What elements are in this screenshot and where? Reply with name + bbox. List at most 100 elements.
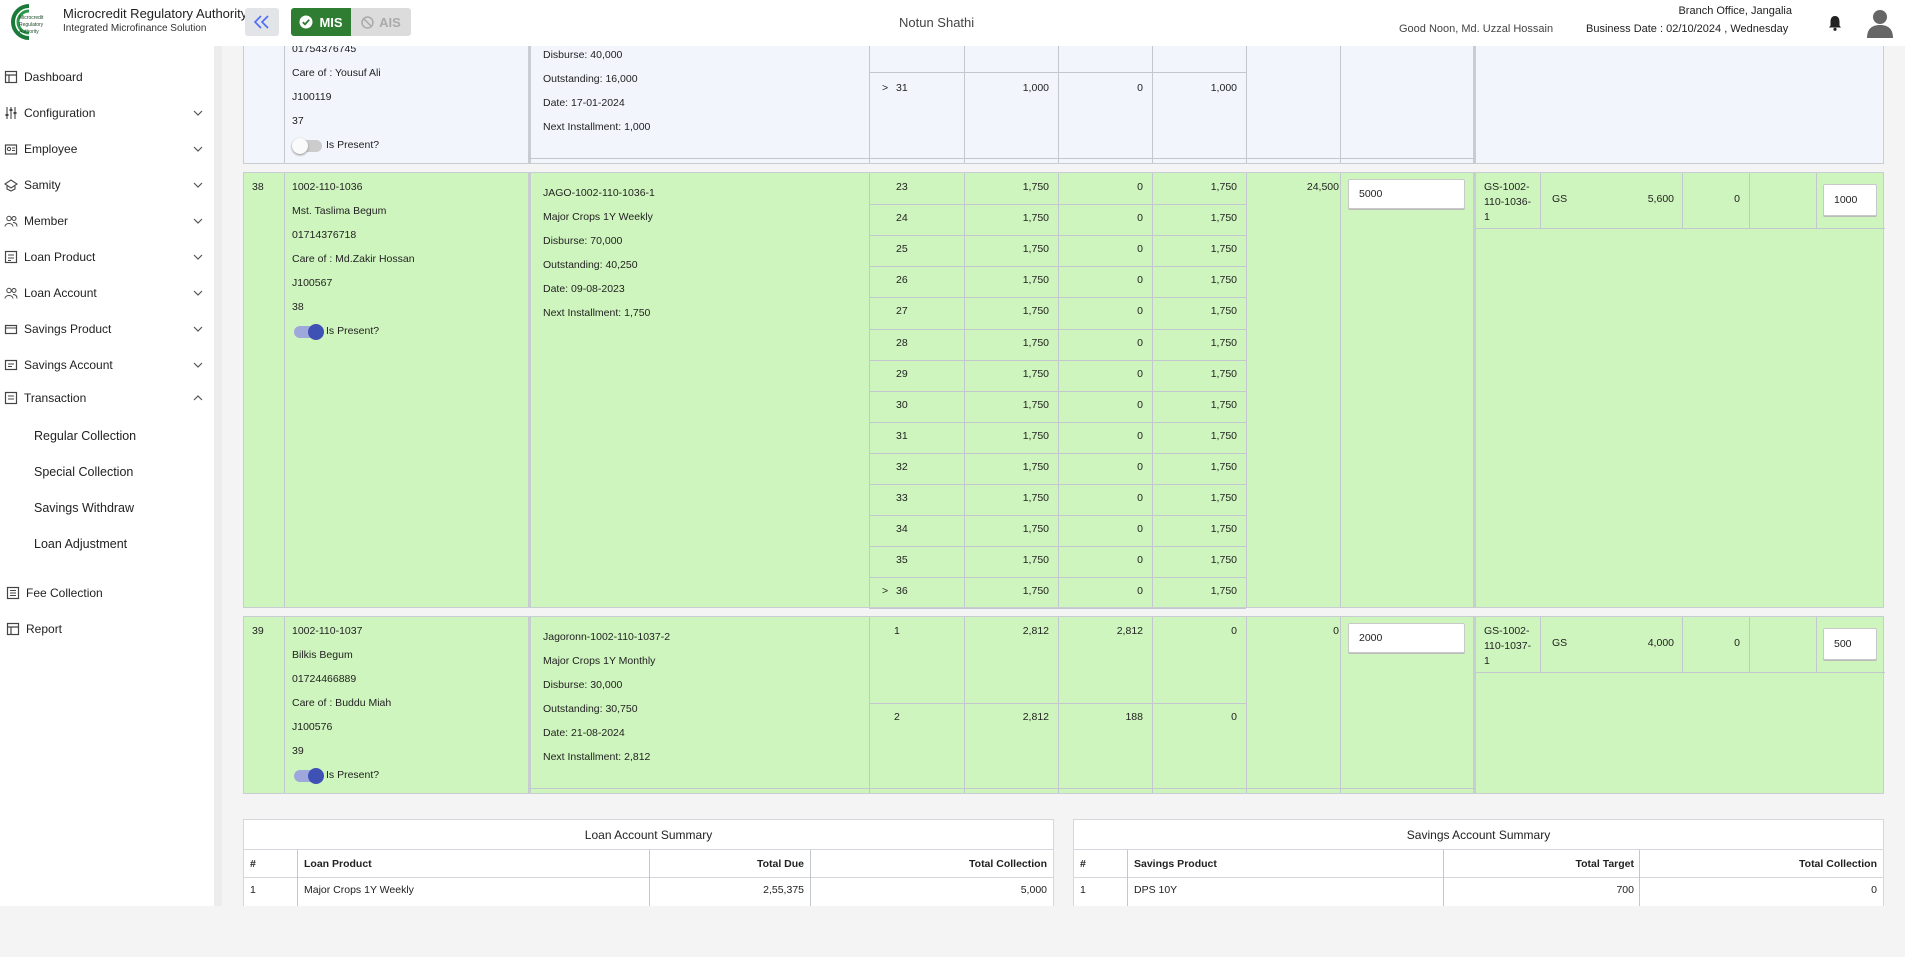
sidebar-item-transaction[interactable]: Transaction	[0, 387, 214, 409]
ais-toggle-button[interactable]: AIS	[351, 8, 411, 36]
col-divider	[528, 173, 531, 607]
toggle-knob	[308, 324, 324, 340]
row-divider	[869, 421, 1246, 423]
loan-disburse: Disburse: 40,000	[543, 49, 623, 61]
sidebar-item-report[interactable]: Report	[0, 618, 214, 640]
toggle-knob	[308, 768, 324, 784]
brand-subtitle: Integrated Microfinance Solution	[63, 23, 207, 34]
employee-icon	[4, 144, 18, 155]
col-header-savings-product: Savings Product	[1134, 858, 1217, 870]
installment-paid: 0	[1137, 82, 1143, 94]
loan-collection-input[interactable]: 5000	[1348, 179, 1465, 209]
col-divider	[1340, 33, 1341, 163]
installment-marker: >	[882, 585, 889, 598]
sidebar-item-member[interactable]: Member	[0, 210, 214, 232]
installment-due: 1,000	[1022, 82, 1049, 94]
double-chevron-left-icon	[253, 15, 269, 29]
organization-title: Notun Shathi	[899, 15, 975, 30]
savings-deposit-input[interactable]: 500	[1823, 628, 1877, 660]
total-due: 0	[1333, 625, 1339, 637]
is-present-label: Is Present?	[326, 139, 380, 151]
ais-label: AIS	[379, 14, 401, 30]
toggle-knob	[292, 138, 308, 154]
app-root: Microcredit Regulatory Authority Microcr…	[0, 0, 1905, 957]
loan-product: Major Crops 1Y Weekly	[543, 211, 653, 223]
loan-summary-title: Loan Account Summary	[244, 820, 1053, 850]
brand-title: Microcredit Regulatory Authority	[63, 6, 248, 21]
bell-icon[interactable]	[1826, 14, 1844, 32]
sidebar-item-label: Fee Collection	[26, 586, 103, 600]
installment-due: 1,750	[1022, 398, 1049, 411]
installment-balance: 0	[1231, 711, 1237, 723]
is-present-label: Is Present?	[326, 769, 380, 781]
sidebar-collapse-button[interactable]	[245, 8, 279, 36]
sidebar-subitem-special-collection[interactable]: Special Collection	[34, 465, 133, 479]
row-divider	[869, 452, 1246, 454]
installment-balance: 1,750	[1210, 554, 1237, 567]
row-divider	[528, 158, 1475, 159]
savings-summary-target: 700	[1616, 884, 1634, 896]
is-present-toggle[interactable]	[294, 324, 324, 340]
col-divider	[1473, 617, 1476, 793]
sidebar-item-label: Configuration	[24, 106, 96, 120]
svg-text:Regulatory: Regulatory	[19, 22, 44, 28]
installment-paid: 2,812	[1116, 625, 1143, 637]
loan-product: Major Crops 1Y Monthly	[543, 655, 656, 667]
row-divider	[869, 703, 1246, 704]
chevron-up-icon	[193, 395, 203, 401]
savings-deposit-input[interactable]: 1000	[1823, 184, 1877, 216]
is-present-toggle[interactable]	[292, 138, 322, 154]
sidebar-subitem-regular-collection[interactable]: Regular Collection	[34, 429, 136, 443]
is-present-toggle[interactable]	[294, 768, 324, 784]
dashboard-icon	[4, 70, 18, 84]
sidebar-item-savings-product[interactable]: Savings Product	[0, 318, 214, 340]
sidebar-item-employee[interactable]: Employee	[0, 138, 214, 160]
installment-due: 1,750	[1022, 460, 1049, 473]
sidebar-item-loan-account[interactable]: Loan Account	[0, 282, 214, 304]
chevron-down-icon	[193, 290, 203, 296]
loan-date: Date: 09-08-2023	[543, 283, 625, 295]
savings-product-icon	[4, 324, 18, 335]
col-divider	[1058, 33, 1059, 163]
user-avatar-icon[interactable]	[1866, 8, 1894, 38]
sidebar-subitem-loan-adjustment[interactable]: Loan Adjustment	[34, 537, 127, 551]
col-divider	[810, 850, 811, 906]
sidebar-item-dashboard[interactable]: Dashboard	[0, 66, 214, 88]
col-divider	[1473, 33, 1476, 163]
sidebar-item-savings-account[interactable]: Savings Account	[0, 354, 214, 376]
col-divider	[869, 617, 870, 793]
installment-balance: 1,750	[1210, 305, 1237, 318]
loan-collection-input[interactable]: 2000	[1348, 623, 1465, 653]
loan-account-icon	[4, 287, 18, 299]
sidebar-item-loan-product[interactable]: Loan Product	[0, 246, 214, 268]
installment-no: 31	[896, 82, 908, 94]
loan-outstanding: Outstanding: 30,750	[543, 703, 638, 715]
loan-disburse: Disburse: 70,000	[543, 235, 623, 247]
col-divider	[528, 33, 531, 163]
installment-no: 27	[896, 305, 908, 318]
installment-due: 1,750	[1022, 429, 1049, 442]
row-divider	[869, 515, 1246, 517]
fee-collection-icon	[6, 586, 20, 600]
installment-due: 1,750	[1022, 181, 1049, 193]
col-divider	[1246, 33, 1247, 163]
installment-balance: 1,750	[1210, 585, 1237, 598]
total-due: 24,500	[1306, 181, 1339, 193]
installment-due: 1,750	[1022, 305, 1049, 318]
savings-summary-sl: 1	[1080, 884, 1086, 896]
sidebar: Dashboard Configuration Employee Samity …	[0, 46, 214, 906]
installment-no: 33	[896, 492, 908, 504]
sidebar-item-samity[interactable]: Samity	[0, 174, 214, 196]
installment-due: 2,812	[1022, 711, 1049, 723]
installment-paid: 0	[1137, 305, 1143, 318]
sidebar-subitem-savings-withdraw[interactable]: Savings Withdraw	[34, 501, 134, 515]
sidebar-item-fee-collection[interactable]: Fee Collection	[0, 582, 214, 604]
installment-paid: 0	[1137, 398, 1143, 411]
mis-toggle-button[interactable]: MIS	[291, 8, 351, 36]
col-divider	[1340, 173, 1341, 607]
col-divider	[1540, 617, 1541, 672]
installment-no: 24	[896, 212, 908, 225]
row-divider	[869, 266, 1246, 268]
installment-paid: 0	[1137, 554, 1143, 567]
sidebar-item-configuration[interactable]: Configuration	[0, 102, 214, 124]
